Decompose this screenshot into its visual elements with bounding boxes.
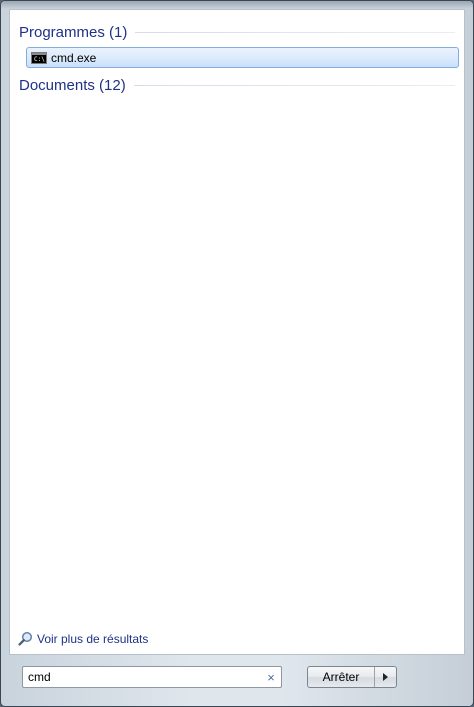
- shutdown-options-button[interactable]: [374, 667, 396, 687]
- result-item-label: cmd.exe: [51, 50, 97, 65]
- group-title-documents: Documents (12): [19, 76, 126, 94]
- shutdown-button-group: Arrêter: [307, 666, 397, 688]
- cmd-prompt-icon: C:\: [31, 51, 47, 64]
- clear-search-icon[interactable]: ×: [262, 670, 280, 685]
- search-box[interactable]: ×: [22, 666, 282, 688]
- frame-top-edge: [1, 1, 473, 9]
- search-results-pane: Programmes (1) C:\ cmd.exe Documents (12…: [9, 9, 465, 655]
- magnifier-icon: [18, 631, 33, 646]
- see-more-results-link[interactable]: Voir plus de résultats: [18, 631, 148, 646]
- result-item-cmd[interactable]: C:\ cmd.exe: [26, 47, 459, 68]
- group-divider: [135, 31, 455, 33]
- start-menu-frame: Programmes (1) C:\ cmd.exe Documents (12…: [0, 0, 474, 707]
- group-title-programs: Programmes (1): [19, 23, 128, 41]
- arrow-right-icon: [383, 673, 388, 681]
- group-header-programs[interactable]: Programmes (1): [10, 21, 464, 43]
- shutdown-button[interactable]: Arrêter: [308, 667, 374, 687]
- group-header-documents[interactable]: Documents (12): [10, 74, 464, 96]
- see-more-label: Voir plus de résultats: [37, 631, 149, 646]
- group-divider: [133, 84, 455, 86]
- search-input[interactable]: [23, 668, 262, 686]
